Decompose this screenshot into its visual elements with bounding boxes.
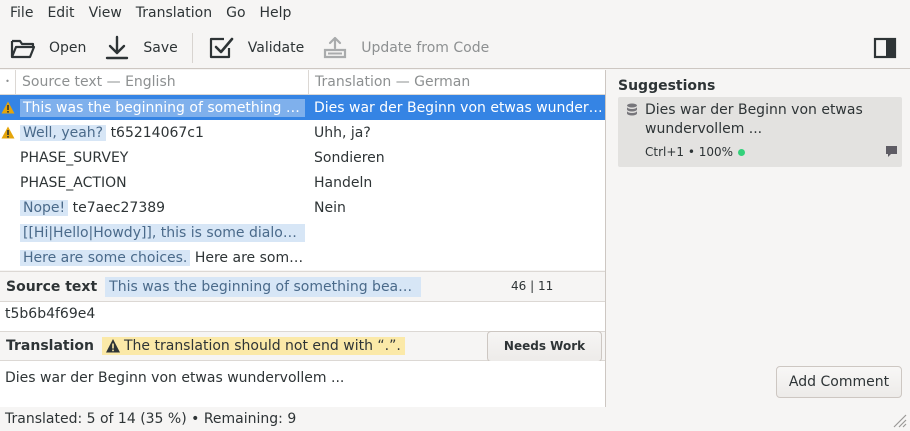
- needs-work-button[interactable]: Needs Work: [487, 331, 602, 362]
- open-button[interactable]: Open: [0, 30, 94, 66]
- suggestion-card[interactable]: Dies war der Beginn von etwas wundervoll…: [618, 97, 902, 167]
- list-row[interactable]: Here are some choices. Here are some c…: [0, 245, 605, 270]
- suggestions-pane: Suggestions Dies war der Beginn von etwa…: [606, 70, 910, 407]
- row-id: te7aec27389: [72, 199, 166, 216]
- row-id: Here are some c…: [194, 249, 309, 266]
- row-source: Well, yeah? t65214067c1: [16, 124, 309, 141]
- toolbar-separator: [191, 32, 193, 63]
- source-text-view[interactable]: t5b6b4f69e4: [0, 302, 605, 331]
- menu-go[interactable]: Go: [219, 0, 252, 27]
- source-column-header[interactable]: Source text — English: [16, 70, 309, 94]
- marker-column-header[interactable]: •: [0, 70, 16, 94]
- menu-edit[interactable]: Edit: [40, 0, 81, 27]
- list-header: • Source text — English Translation — Ge…: [0, 70, 605, 95]
- menu-translation[interactable]: Translation: [129, 0, 219, 27]
- source-title: Source text: [6, 278, 98, 295]
- statusbar: Translated: 5 of 14 (35 %) • Remaining: …: [0, 407, 910, 431]
- row-marker: [0, 220, 16, 245]
- list-row[interactable]: [[Hi|Hello|Howdy]], this is some dialogu…: [0, 220, 605, 245]
- row-translation: Uhh, ja?: [314, 124, 371, 141]
- row-source: PHASE_ACTION: [20, 174, 127, 191]
- row-marker: [0, 195, 16, 220]
- list-row[interactable]: PHASE_SURVEY Sondieren: [0, 145, 605, 170]
- validation-warning: The translation should not end with “.”.: [102, 337, 405, 355]
- sidebar-toggle-icon[interactable]: [872, 35, 898, 61]
- download-icon: [106, 35, 129, 59]
- match-ok-icon: [738, 148, 746, 156]
- source-header: Source text This was the beginning of so…: [0, 271, 605, 302]
- source-count: 46 | 11: [511, 279, 554, 293]
- resize-grip-icon[interactable]: [891, 412, 907, 428]
- toolbar: Open Save Validate Update from Code: [0, 27, 910, 69]
- translation-header: Translation The translation should not e…: [0, 331, 605, 362]
- row-translation: Handeln: [314, 174, 373, 191]
- row-id: t65214067c1: [110, 124, 204, 141]
- list-row[interactable]: PHASE_ACTION Handeln: [0, 170, 605, 195]
- list-row[interactable]: Nope! te7aec27389 Nein: [0, 195, 605, 220]
- warning-icon: [0, 95, 16, 120]
- row-source: This was the beginning of something bea…: [16, 98, 309, 117]
- validate-button[interactable]: Validate: [199, 30, 312, 66]
- open-label: Open: [49, 39, 87, 56]
- row-translation: Dies war der Beginn von etwas wundervoll…: [314, 99, 605, 116]
- menubar: File Edit View Translation Go Help: [0, 0, 910, 27]
- row-source: Nope! te7aec27389: [16, 199, 309, 216]
- translation-progress: Translated: 5 of 14 (35 %) • Remaining: …: [5, 411, 297, 427]
- suggestion-shortcut: Ctrl+1 • 100%: [645, 145, 734, 159]
- update-label: Update from Code: [361, 39, 490, 56]
- save-button[interactable]: Save: [94, 30, 185, 66]
- row-translation: Sondieren: [314, 149, 385, 166]
- menu-view[interactable]: View: [82, 0, 129, 27]
- folder-open-icon: [10, 39, 36, 58]
- translation-editor[interactable]: Dies war der Beginn von etwas wundervoll…: [0, 361, 605, 407]
- row-marker: [0, 170, 16, 195]
- source-preview: This was the beginning of something beau…: [105, 276, 422, 297]
- validate-label: Validate: [247, 39, 305, 56]
- strings-list: • Source text — English Translation — Ge…: [0, 70, 605, 270]
- row-marker: [0, 145, 16, 170]
- warning-text: The translation should not end with “.”.: [124, 338, 401, 354]
- row-translation: Nein: [314, 199, 346, 216]
- list-row[interactable]: This was the beginning of something bea……: [0, 95, 605, 120]
- database-icon: [627, 103, 637, 116]
- suggestions-title: Suggestions: [618, 78, 716, 94]
- suggestion-meta: Ctrl+1 • 100%: [645, 145, 746, 159]
- comment-icon[interactable]: [885, 145, 898, 158]
- warning-icon: [0, 120, 16, 145]
- warning-icon: [106, 339, 120, 353]
- update-icon: [324, 36, 347, 58]
- menu-file[interactable]: File: [3, 0, 40, 27]
- row-source: Here are some choices. Here are some c…: [16, 249, 309, 266]
- update-from-code-button[interactable]: Update from Code: [312, 30, 497, 66]
- row-source: [[Hi|Hello|Howdy]], this is some dialogu…: [16, 223, 309, 242]
- list-row[interactable]: Well, yeah? t65214067c1 Uhh, ja?: [0, 120, 605, 145]
- row-source: PHASE_SURVEY: [20, 149, 129, 166]
- menu-help[interactable]: Help: [253, 0, 299, 27]
- save-label: Save: [143, 39, 178, 56]
- translation-column-header[interactable]: Translation — German: [309, 70, 605, 94]
- translation-title: Translation: [6, 338, 94, 354]
- add-comment-button[interactable]: Add Comment: [776, 366, 902, 398]
- row-marker: [0, 245, 16, 270]
- suggestion-text: Dies war der Beginn von etwas wundervoll…: [645, 102, 863, 137]
- checkbox-checked-icon: [209, 37, 234, 58]
